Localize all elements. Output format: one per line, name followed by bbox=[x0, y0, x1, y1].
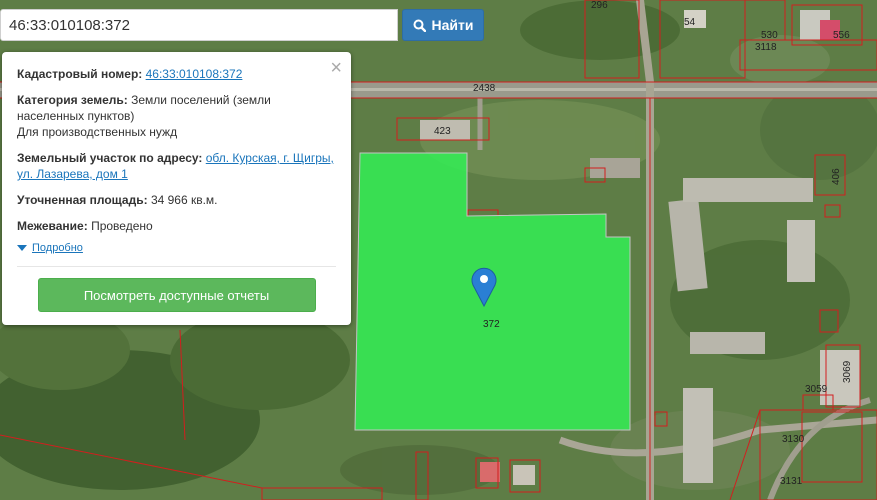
search-button[interactable]: Найти bbox=[402, 9, 484, 41]
caret-down-icon bbox=[17, 245, 27, 251]
search-button-label: Найти bbox=[431, 17, 474, 33]
survey-label: Межевание: bbox=[17, 219, 88, 233]
parcel-label: 54 bbox=[684, 17, 696, 28]
parcel-label: 3131 bbox=[780, 476, 803, 487]
parcel-label: 3069 bbox=[842, 360, 853, 383]
cadastral-number-row: Кадастровый номер: 46:33:010108:372 bbox=[17, 66, 336, 82]
search-icon bbox=[413, 19, 426, 32]
details-link[interactable]: Подробно bbox=[32, 242, 83, 254]
address-label: Земельный участок по адресу: bbox=[17, 151, 203, 165]
cadastral-number-label: Кадастровый номер: bbox=[17, 67, 143, 81]
parcel-label: 296 bbox=[591, 0, 608, 11]
parcel-label: 3118 bbox=[755, 42, 777, 53]
land-category-row: Категория земель: Земли поселений (земли… bbox=[17, 92, 336, 140]
cadastral-number-link[interactable]: 46:33:010108:372 bbox=[146, 67, 243, 81]
parcel-label: 372 bbox=[483, 319, 500, 330]
search-input[interactable] bbox=[0, 9, 398, 41]
details-toggle[interactable]: Подробно bbox=[17, 242, 336, 254]
view-reports-button[interactable]: Посмотреть доступные отчеты bbox=[37, 278, 316, 312]
land-category-label: Категория земель: bbox=[17, 93, 128, 107]
area-label: Уточненная площадь: bbox=[17, 193, 148, 207]
survey-row: Межевание: Проведено bbox=[17, 218, 336, 234]
popup-divider bbox=[17, 266, 336, 267]
parcel-info-popup: × Кадастровый номер: 46:33:010108:372 Ка… bbox=[2, 52, 351, 325]
parcel-label: 3130 bbox=[782, 434, 805, 445]
parcel-label: 556 bbox=[833, 30, 850, 41]
parcel-label: 406 bbox=[831, 168, 842, 185]
parcel-label: 530 bbox=[761, 30, 778, 41]
area-value: 34 966 кв.м. bbox=[150, 193, 218, 207]
area-row: Уточненная площадь: 34 966 кв.м. bbox=[17, 192, 336, 208]
close-icon[interactable]: × bbox=[330, 58, 342, 78]
survey-value: Проведено bbox=[91, 219, 153, 233]
parcel-label: 3059 bbox=[805, 384, 828, 395]
land-usage-value: Для производственных нужд bbox=[17, 125, 178, 139]
parcel-label: 423 bbox=[434, 126, 451, 137]
parcel-label: 2438 bbox=[473, 83, 496, 94]
address-row: Земельный участок по адресу: обл. Курска… bbox=[17, 150, 336, 182]
